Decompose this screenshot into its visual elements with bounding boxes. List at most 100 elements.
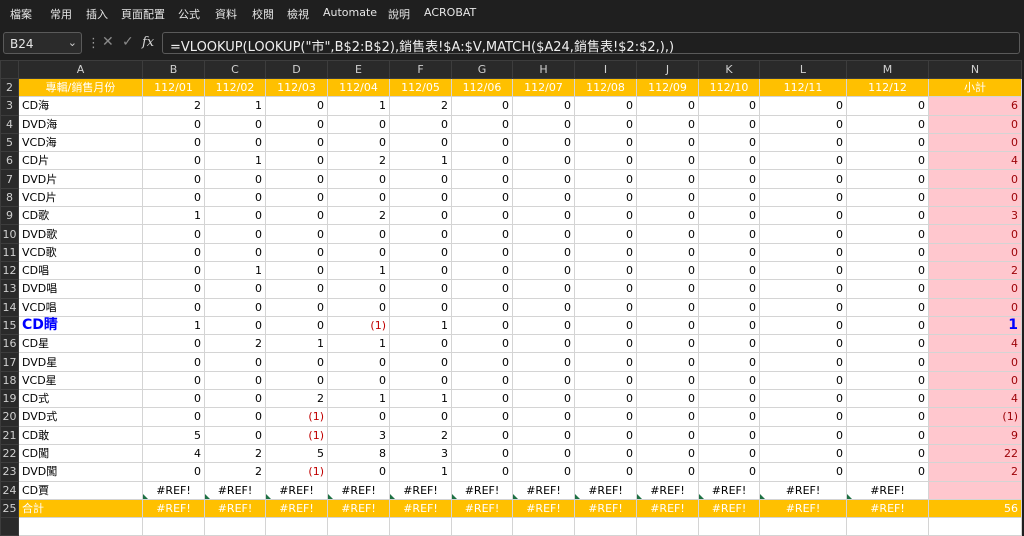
value-cell[interactable]: (1)	[327, 315, 390, 336]
row-header[interactable]: 16	[0, 334, 19, 354]
value-cell[interactable]: 0	[636, 279, 699, 299]
value-cell[interactable]: 0	[512, 224, 575, 244]
ref-error-cell[interactable]: #REF!	[512, 480, 575, 500]
menu-item[interactable]: Automate	[323, 6, 377, 19]
value-cell[interactable]: 0	[698, 206, 760, 226]
value-cell[interactable]: 0	[204, 407, 266, 427]
value-cell[interactable]: 1	[204, 151, 266, 171]
value-cell[interactable]: 0	[512, 96, 575, 116]
value-cell[interactable]: 0	[759, 260, 847, 281]
menu-item[interactable]: 檔案	[10, 6, 32, 22]
value-cell[interactable]: 0	[451, 425, 513, 445]
value-cell[interactable]: 0	[759, 443, 847, 464]
value-cell[interactable]: 0	[265, 242, 328, 262]
value-cell[interactable]: 0	[512, 151, 575, 171]
header-cell[interactable]: 112/05	[389, 77, 452, 98]
value-cell[interactable]: 0	[636, 114, 699, 134]
menu-item[interactable]: 說明	[388, 6, 410, 22]
value-cell[interactable]: 0	[574, 407, 637, 427]
value-cell[interactable]: 0	[512, 169, 575, 189]
header-cell[interactable]: 112/10	[698, 77, 760, 98]
value-cell[interactable]: 0	[142, 260, 205, 281]
value-cell[interactable]: 0	[142, 114, 205, 134]
row-label-cell[interactable]: DVD唱	[18, 279, 143, 299]
ref-error-cell[interactable]: #REF!	[327, 480, 390, 500]
value-cell[interactable]: 0	[759, 297, 847, 317]
value-cell[interactable]: 0	[698, 224, 760, 244]
subtotal-cell[interactable]: 0	[928, 132, 1022, 153]
value-cell[interactable]: 0	[389, 114, 452, 134]
value-cell[interactable]: 2	[265, 389, 328, 409]
empty-cell[interactable]	[574, 517, 637, 536]
value-cell[interactable]: 0	[451, 389, 513, 409]
value-cell[interactable]: 0	[389, 407, 452, 427]
menu-item[interactable]: ACROBAT	[424, 6, 476, 19]
value-cell[interactable]: 0	[698, 352, 760, 372]
value-cell[interactable]: 0	[204, 279, 266, 299]
row-header[interactable]: 14	[0, 297, 19, 317]
value-cell[interactable]: 0	[512, 297, 575, 317]
value-cell[interactable]: 3	[389, 443, 452, 464]
header-cell[interactable]: 112/06	[451, 77, 513, 98]
value-cell[interactable]: 0	[512, 370, 575, 391]
value-cell[interactable]: 0	[265, 297, 328, 317]
value-cell[interactable]: 0	[846, 352, 929, 372]
value-cell[interactable]: 0	[698, 462, 760, 482]
value-cell[interactable]: 0	[451, 297, 513, 317]
header-cell[interactable]: 112/02	[204, 77, 266, 98]
row-label-cell[interactable]: DVD星	[18, 352, 143, 372]
value-cell[interactable]: 0	[512, 260, 575, 281]
column-header[interactable]: M	[846, 60, 929, 79]
value-cell[interactable]: 0	[636, 425, 699, 445]
value-cell[interactable]: 2	[389, 96, 452, 116]
value-cell[interactable]: 0	[636, 260, 699, 281]
value-cell[interactable]: 0	[759, 462, 847, 482]
empty-cell[interactable]	[327, 517, 390, 536]
value-cell[interactable]: 0	[389, 206, 452, 226]
row-header[interactable]	[0, 517, 19, 536]
empty-cell[interactable]	[759, 517, 847, 536]
ref-error-cell[interactable]: #REF!	[142, 480, 205, 500]
value-cell[interactable]: 0	[759, 352, 847, 372]
empty-cell[interactable]	[18, 517, 143, 536]
value-cell[interactable]: 0	[574, 96, 637, 116]
value-cell[interactable]: 0	[327, 352, 390, 372]
row-header[interactable]: 21	[0, 425, 19, 445]
header-cell[interactable]: 112/12	[846, 77, 929, 98]
menu-item[interactable]: 校閱	[252, 6, 274, 22]
empty-cell[interactable]	[928, 517, 1022, 536]
value-cell[interactable]: 0	[327, 242, 390, 262]
value-cell[interactable]: 0	[636, 352, 699, 372]
row-header[interactable]: 2	[0, 77, 19, 98]
menu-item[interactable]: 公式	[178, 6, 200, 22]
value-cell[interactable]: 0	[759, 132, 847, 153]
row-label-cell[interactable]: CD賈	[18, 480, 143, 500]
value-cell[interactable]: 2	[142, 96, 205, 116]
empty-cell[interactable]	[451, 517, 513, 536]
value-cell[interactable]: (1)	[265, 425, 328, 445]
value-cell[interactable]: 0	[327, 187, 390, 208]
subtotal-cell[interactable]: (1)	[928, 407, 1022, 427]
value-cell[interactable]: 0	[698, 169, 760, 189]
ref-error-cell[interactable]: #REF!	[574, 480, 637, 500]
column-header[interactable]: D	[265, 60, 328, 79]
value-cell[interactable]: 0	[846, 187, 929, 208]
cancel-icon[interactable]: ✕	[102, 34, 114, 50]
header-cell[interactable]: 112/01	[142, 77, 205, 98]
value-cell[interactable]: 0	[327, 370, 390, 391]
value-cell[interactable]: 0	[636, 443, 699, 464]
value-cell[interactable]: 0	[574, 443, 637, 464]
formula-input[interactable]: =VLOOKUP(LOOKUP("市",B$2:B$2),銷售表!$A:$V,M…	[162, 32, 1020, 55]
value-cell[interactable]: 0	[451, 315, 513, 336]
row-label-cell[interactable]: CD敢	[18, 425, 143, 445]
value-cell[interactable]: 0	[389, 187, 452, 208]
column-header[interactable]: J	[636, 60, 699, 79]
value-cell[interactable]: 0	[142, 297, 205, 317]
value-cell[interactable]: 0	[512, 315, 575, 336]
row-label-cell[interactable]: VCD歌	[18, 242, 143, 262]
value-cell[interactable]: 0	[512, 279, 575, 299]
total-label-cell[interactable]: 合計	[18, 498, 143, 519]
value-cell[interactable]: 0	[389, 334, 452, 354]
row-label-cell[interactable]: DVD海	[18, 114, 143, 134]
value-cell[interactable]: 0	[698, 132, 760, 153]
